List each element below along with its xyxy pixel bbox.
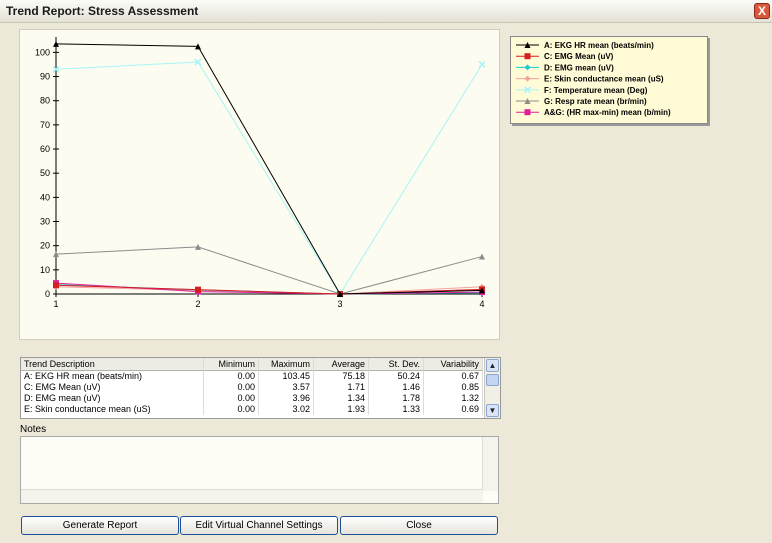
y-tick-label: 100	[35, 47, 50, 57]
cell-stdev: 1.33	[369, 404, 424, 415]
cell-variability: 0.85	[424, 382, 483, 393]
trend-table: Trend Description Minimum Maximum Averag…	[20, 357, 501, 419]
table-row[interactable]: A: EKG HR mean (beats/min) 0.00 103.45 7…	[21, 371, 483, 382]
data-point	[479, 253, 485, 260]
y-tick-label: 50	[40, 168, 50, 178]
chart-legend: A: EKG HR mean (beats/min) C: EMG Mean (u…	[510, 36, 708, 124]
cell-stdev: 1.46	[369, 382, 424, 393]
x-tick-label: 1	[53, 299, 58, 309]
data-point	[53, 282, 59, 289]
cell-description: A: EKG HR mean (beats/min)	[21, 371, 204, 382]
cell-average: 1.34	[314, 393, 369, 404]
y-tick-label: 70	[40, 120, 50, 130]
cell-maximum: 103.45	[259, 371, 314, 382]
y-tick-label: 80	[40, 96, 50, 106]
legend-label: E: Skin conductance mean (uS)	[544, 75, 664, 84]
cell-minimum: 0.00	[204, 371, 259, 382]
title-bar: Trend Report: Stress Assessment X	[0, 0, 772, 23]
close-icon[interactable]: X	[754, 3, 770, 19]
legend-marker	[524, 53, 531, 60]
column-header-variability[interactable]: Variability	[424, 358, 483, 371]
table-scrollbar[interactable]: ▲ ▼	[484, 358, 500, 418]
cell-stdev: 50.24	[369, 371, 424, 382]
y-tick-label: 10	[40, 265, 50, 275]
y-tick-label: 20	[40, 241, 50, 251]
series-line	[55, 61, 483, 295]
cell-stdev: 1.78	[369, 393, 424, 404]
cell-variability: 0.67	[424, 371, 483, 382]
legend-canvas: A: EKG HR mean (beats/min) C: EMG Mean (u…	[516, 41, 671, 117]
scroll-up-icon[interactable]: ▲	[486, 359, 499, 372]
generate-report-button[interactable]: Generate Report	[21, 516, 179, 535]
legend-label: C: EMG Mean (uV)	[544, 52, 614, 61]
table-row[interactable]: C: EMG Mean (uV) 0.00 3.57 1.71 1.46 0.8…	[21, 382, 483, 393]
cell-average: 1.71	[314, 382, 369, 393]
legend-label: A: EKG HR mean (beats/min)	[544, 41, 654, 50]
cell-description: C: EMG Mean (uV)	[21, 382, 204, 393]
legend-label: D: EMG mean (uV)	[544, 63, 614, 72]
legend-marker	[524, 75, 531, 82]
notes-label: Notes	[20, 424, 47, 435]
notes-horizontal-scrollbar[interactable]	[21, 489, 483, 503]
legend-marker	[524, 64, 531, 71]
legend-label: F: Temperature mean (Deg)	[544, 86, 648, 95]
column-header-description[interactable]: Trend Description	[21, 358, 204, 371]
cell-description: E: Skin conductance mean (uS)	[21, 404, 204, 415]
table-header-row: Trend Description Minimum Maximum Averag…	[21, 358, 483, 371]
cell-variability: 0.69	[424, 404, 483, 415]
column-header-maximum[interactable]: Maximum	[259, 358, 314, 371]
scroll-down-icon[interactable]: ▼	[486, 404, 499, 417]
table-row[interactable]: E: Skin conductance mean (uS) 0.00 3.02 …	[21, 404, 483, 415]
x-tick-label: 2	[195, 299, 200, 309]
legend-label: G: Resp rate mean (br/min)	[544, 97, 647, 106]
column-header-stdev[interactable]: St. Dev.	[369, 358, 424, 371]
x-tick-label: 3	[337, 299, 342, 309]
y-tick-label: 0	[45, 289, 50, 299]
cell-description: D: EMG mean (uV)	[21, 393, 204, 404]
notes-textarea[interactable]	[20, 436, 499, 504]
cell-maximum: 3.57	[259, 382, 314, 393]
y-tick-label: 90	[40, 72, 50, 82]
edit-virtual-channel-settings-button[interactable]: Edit Virtual Channel Settings	[180, 516, 338, 535]
data-point	[195, 286, 201, 293]
series-line	[55, 43, 483, 295]
trend-chart: 0 10 20 30 40 50 60 70 80 90 100 1 2 3 4	[19, 29, 500, 340]
cell-minimum: 0.00	[204, 393, 259, 404]
legend-label: A&G: (HR max-min) mean (b/min)	[544, 108, 671, 117]
y-tick-label: 60	[40, 144, 50, 154]
notes-vertical-scrollbar[interactable]	[482, 437, 498, 491]
cell-average: 75.18	[314, 371, 369, 382]
scroll-thumb[interactable]	[486, 374, 499, 386]
y-tick-label: 40	[40, 192, 50, 202]
cell-average: 1.93	[314, 404, 369, 415]
y-tick-label: 30	[40, 217, 50, 227]
table-row[interactable]: D: EMG mean (uV) 0.00 3.96 1.34 1.78 1.3…	[21, 393, 483, 404]
window-title: Trend Report: Stress Assessment	[6, 4, 199, 18]
close-button[interactable]: Close	[340, 516, 498, 535]
column-header-minimum[interactable]: Minimum	[204, 358, 259, 371]
cell-maximum: 3.02	[259, 404, 314, 415]
cell-maximum: 3.96	[259, 393, 314, 404]
cell-variability: 1.32	[424, 393, 483, 404]
cell-minimum: 0.00	[204, 404, 259, 415]
column-header-average[interactable]: Average	[314, 358, 369, 371]
legend-marker	[524, 109, 531, 116]
chart-canvas: 0 10 20 30 40 50 60 70 80 90 100 1 2 3 4	[35, 37, 486, 309]
cell-minimum: 0.00	[204, 382, 259, 393]
x-tick-label: 4	[479, 299, 484, 309]
